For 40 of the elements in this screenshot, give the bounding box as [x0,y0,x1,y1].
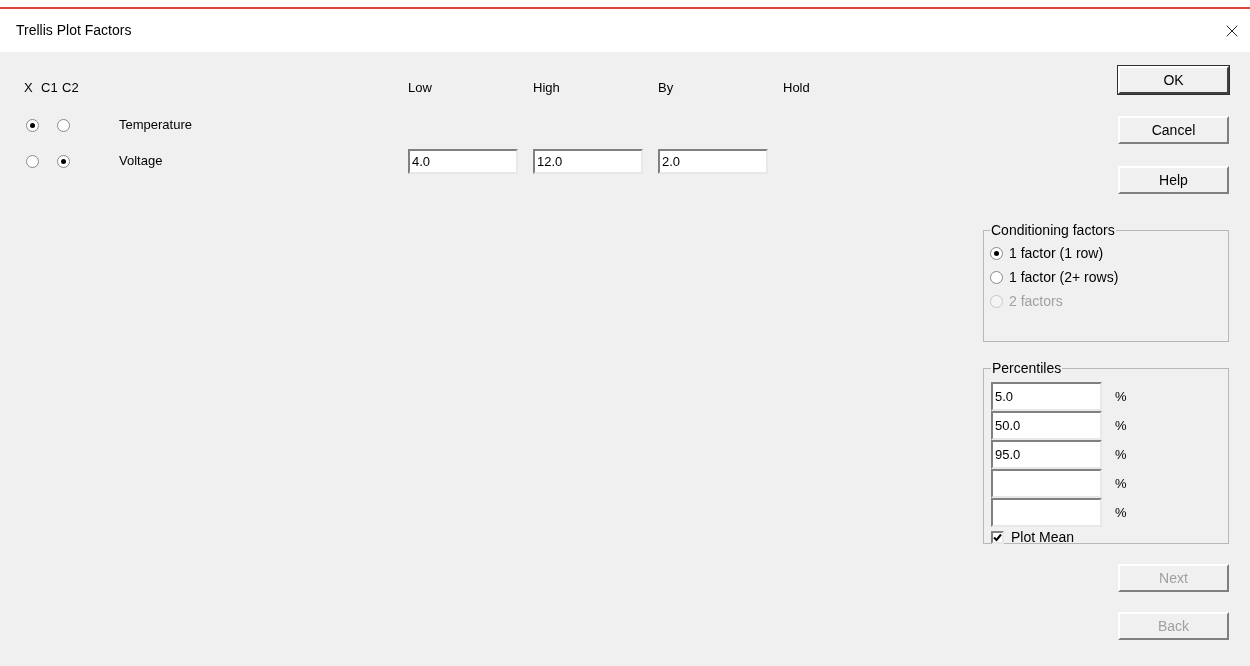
radio-button[interactable] [990,270,1003,284]
radio-button[interactable] [26,118,39,132]
checkbox-label: Plot Mean [1011,527,1075,547]
group-title: Conditioning factors [990,221,1116,240]
option-label: 1 factor (1 row) [1009,243,1104,263]
factor-label: Voltage [119,153,163,169]
text-field[interactable] [991,469,1102,498]
percent-sign: % [1115,474,1127,493]
radio-button[interactable] [57,154,70,168]
checkbox[interactable] [991,530,1004,544]
radio-button[interactable] [990,246,1003,260]
column-heading: High [533,80,560,96]
check-icon [993,532,1002,542]
text-field[interactable]: 12.0 [533,148,643,174]
option-label: 1 factor (2+ rows) [1009,267,1119,287]
column-heading: By [658,80,674,96]
radio-button[interactable] [57,118,70,132]
column-heading: C2 [62,80,79,96]
group-title: Percentiles [991,359,1063,378]
column-heading: Hold [783,80,810,96]
window-title: Trellis Plot Factors [16,21,132,40]
dialog-button[interactable]: Cancel [1118,116,1229,144]
column-heading: Low [408,80,432,96]
text-field[interactable]: 50.0 [991,411,1102,440]
percent-sign: % [1115,503,1127,522]
factor-label: Temperature [119,117,192,133]
text-field[interactable]: 95.0 [991,440,1102,469]
radio-button[interactable] [26,154,39,168]
percent-sign: % [1115,416,1127,435]
text-field[interactable]: 5.0 [991,382,1102,411]
text-field[interactable]: 2.0 [658,148,768,174]
text-field[interactable]: 4.0 [408,148,518,174]
text-field[interactable] [991,498,1102,527]
column-heading: X [24,80,33,96]
percent-sign: % [1115,387,1127,406]
option-label: 2 factors [1009,291,1063,311]
dialog-button[interactable]: Help [1118,166,1229,194]
percent-sign: % [1115,445,1127,464]
column-heading: C1 [41,80,58,96]
dialog-button[interactable]: OK [1118,66,1229,94]
